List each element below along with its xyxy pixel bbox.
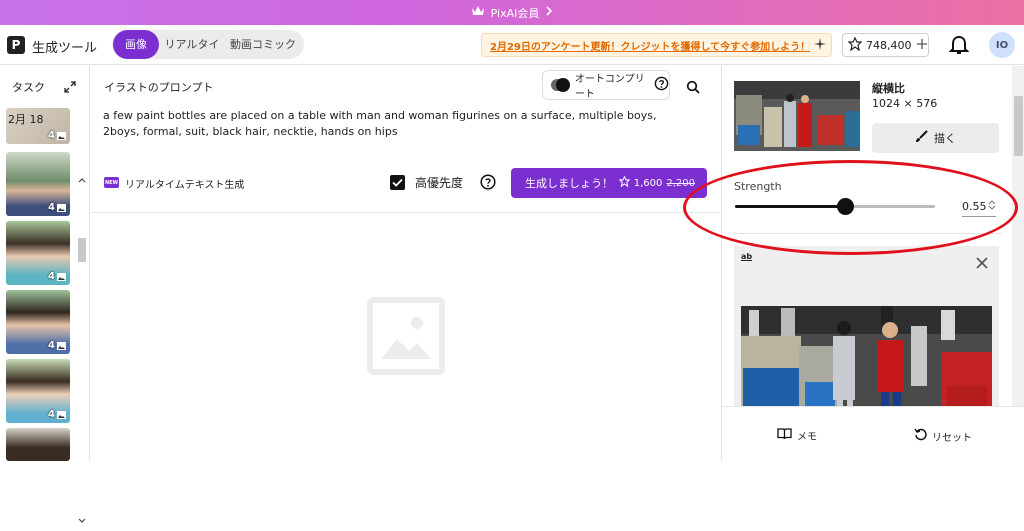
chevron-right-icon xyxy=(545,6,553,19)
draw-label: 描く xyxy=(934,132,956,145)
banner-text: PixAI会員 xyxy=(490,6,540,20)
membership-banner[interactable]: PixAI会員 xyxy=(0,0,1024,25)
mode-switcher: 画像 リアルタイム 動画コミック xyxy=(112,30,304,80)
task-date: 2月 18 xyxy=(8,113,44,126)
aspect-ratio-value: 1024 × 576 xyxy=(872,97,938,110)
crown-icon xyxy=(471,5,485,20)
credit-icon xyxy=(618,175,631,190)
task-panel: タスク 2月 18 4 4 4 4 4 xyxy=(0,66,90,523)
memo-button[interactable]: メモ xyxy=(777,428,817,443)
brush-icon xyxy=(915,130,928,146)
autocomplete-toggle[interactable]: オートコンプリート xyxy=(542,70,670,100)
strength-input[interactable]: 0.55 xyxy=(962,197,996,217)
announcement-link[interactable]: 2月29日のアンケート更新！クレジットを獲得して今すぐ参加しよう！ xyxy=(481,33,832,57)
strength-value: 0.55 xyxy=(962,200,987,213)
divider xyxy=(91,212,720,213)
page-title: 生成ツール xyxy=(32,41,98,56)
mode-tab-realtime[interactable]: リアルタイム xyxy=(161,30,223,80)
high-priority-checkbox[interactable] xyxy=(390,175,405,190)
mode-tab-video-comic[interactable]: 動画コミック xyxy=(230,30,296,59)
reset-button[interactable]: リセット xyxy=(914,428,972,444)
credits-value: 748,400 xyxy=(866,38,912,52)
cost-old: 2,200 xyxy=(666,177,695,189)
prompt-textarea[interactable]: a few paint bottles are placed on a tabl… xyxy=(103,108,693,140)
image-count: 4 xyxy=(48,271,66,282)
image-count: 4 xyxy=(48,130,66,141)
user-avatar[interactable]: IO xyxy=(989,32,1015,58)
task-thumbnail[interactable]: 2月 18 4 xyxy=(6,108,70,144)
generate-cost: 1,600 2,200 xyxy=(618,175,695,190)
mode-tab-image[interactable]: 画像 xyxy=(113,30,159,59)
credit-icon xyxy=(847,36,863,54)
top-bar: P 生成ツール 画像 リアルタイム 動画コミック 2月29日のアンケート更新！ク… xyxy=(0,25,1024,80)
new-badge: NEW xyxy=(104,177,119,188)
search-icon[interactable] xyxy=(686,79,700,94)
announcement-text: 2月29日のアンケート更新！クレジットを獲得して今すぐ参加しよう！ xyxy=(490,41,811,53)
reset-label: リセット xyxy=(932,432,972,444)
task-thumbnail[interactable]: 4 xyxy=(6,290,70,354)
book-icon xyxy=(777,428,792,443)
autocomplete-label: オートコンプリート xyxy=(574,74,645,100)
divider xyxy=(732,233,1002,234)
draw-button[interactable]: 描く xyxy=(872,123,999,153)
help-icon[interactable] xyxy=(654,76,669,94)
settings-panel: 縦横比 1024 × 576 描く Strength 0.55 ab メモ リセ… xyxy=(721,66,1024,461)
reference-image-thumbnail[interactable] xyxy=(734,81,860,151)
ab-icon[interactable]: ab xyxy=(741,252,752,261)
stepper-icon[interactable] xyxy=(988,199,996,214)
memo-label: メモ xyxy=(797,432,817,443)
task-panel-scrollbar[interactable] xyxy=(76,174,88,527)
image-count: 4 xyxy=(48,409,66,420)
bell-icon[interactable] xyxy=(948,34,970,56)
scrollbar-thumb[interactable] xyxy=(1014,96,1023,156)
aspect-ratio-label: 縦横比 xyxy=(872,82,905,95)
high-priority-label: 高優先度 xyxy=(415,176,464,190)
task-thumbnail[interactable] xyxy=(6,428,70,461)
toggle-switch[interactable] xyxy=(551,78,570,92)
strength-slider-fill xyxy=(735,205,845,208)
help-icon[interactable] xyxy=(480,174,496,190)
task-thumbnail[interactable]: 4 xyxy=(6,221,70,285)
expand-icon[interactable] xyxy=(64,78,76,93)
prompt-panel: イラストのプロンプト オートコンプリート a few paint bottles… xyxy=(91,66,720,461)
settings-footer: メモ リセット xyxy=(722,406,1024,461)
close-icon[interactable] xyxy=(975,255,989,269)
image-count: 4 xyxy=(48,202,66,213)
plus-icon xyxy=(916,38,928,53)
image-count: 4 xyxy=(48,340,66,351)
realtime-text-generation-label[interactable]: リアルタイムテキスト生成 xyxy=(125,176,244,191)
generate-button[interactable]: 生成しましょう！ 1,600 2,200 xyxy=(511,168,707,198)
task-thumbnail[interactable]: 4 xyxy=(6,152,70,216)
strength-slider-handle[interactable] xyxy=(837,198,854,215)
prompt-label: イラストのプロンプト xyxy=(104,81,214,94)
sparkle-icon xyxy=(814,37,827,53)
strength-label: Strength xyxy=(734,180,782,193)
task-thumbnail[interactable]: 4 xyxy=(6,359,70,423)
reset-icon xyxy=(914,428,927,444)
generate-label: 生成しましょう！ xyxy=(525,177,613,190)
cost-new: 1,600 xyxy=(633,177,663,189)
settings-scrollbar[interactable] xyxy=(1012,66,1024,406)
task-panel-title: タスク xyxy=(12,81,45,94)
credits-button[interactable]: 748,400 xyxy=(842,33,929,57)
app-logo[interactable]: P xyxy=(7,36,25,54)
image-placeholder-icon xyxy=(367,297,445,375)
strength-slider[interactable] xyxy=(735,198,935,215)
